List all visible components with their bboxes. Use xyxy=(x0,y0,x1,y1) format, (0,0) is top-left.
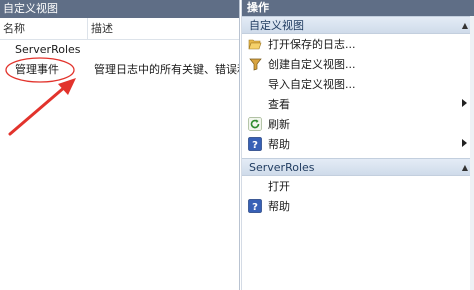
column-header-name[interactable]: 名称 xyxy=(0,18,88,39)
action-open[interactable]: 打开 xyxy=(242,176,474,196)
actions-pane: 操作 自定义视图 ▲ 打开保存的日志... 创建自定义视图... 导入自定义视图… xyxy=(241,0,474,290)
row-name: 管理事件 xyxy=(15,62,59,76)
svg-text:?: ? xyxy=(252,202,258,213)
action-help[interactable]: ? 帮助 xyxy=(242,134,474,154)
row-description: 管理日志中的所有关键、错误和警 xyxy=(94,62,239,76)
column-header-description[interactable]: 描述 xyxy=(88,18,239,39)
arrow-shaft xyxy=(8,84,68,136)
section-header-label: ServerRoles xyxy=(249,161,315,174)
action-label: 创建自定义视图... xyxy=(268,58,356,71)
refresh-icon xyxy=(247,116,263,132)
action-label: 刷新 xyxy=(268,118,290,131)
group-label: ServerRoles xyxy=(15,43,81,56)
action-help-serverroles[interactable]: ? 帮助 xyxy=(242,196,474,216)
table-row[interactable]: 管理事件 管理日志中的所有关键、错误和警 xyxy=(0,59,239,78)
action-label: 打开保存的日志... xyxy=(268,38,356,51)
submenu-arrow-icon xyxy=(462,139,467,147)
action-label: 打开 xyxy=(268,180,290,193)
action-import-custom-view[interactable]: 导入自定义视图... xyxy=(242,74,474,94)
submenu-arrow-icon xyxy=(462,99,467,107)
action-label: 查看 xyxy=(268,98,290,111)
svg-text:?: ? xyxy=(252,140,258,151)
filter-icon xyxy=(247,56,263,72)
action-label: 帮助 xyxy=(268,200,290,213)
help-icon: ? xyxy=(247,136,263,152)
folder-open-icon xyxy=(247,36,263,52)
collapse-icon[interactable]: ▲ xyxy=(462,159,468,177)
action-label: 帮助 xyxy=(268,138,290,151)
section-header-custom-views[interactable]: 自定义视图 ▲ xyxy=(242,16,474,34)
custom-views-pane: 自定义视图 名称 描述 ServerRoles 管理事件 管理日志中的所有关键、… xyxy=(0,0,240,290)
action-open-saved-log[interactable]: 打开保存的日志... xyxy=(242,34,474,54)
vertical-scrollbar[interactable] xyxy=(470,16,474,290)
column-header-row: 名称 描述 xyxy=(0,18,239,40)
pane-title: 自定义视图 xyxy=(0,0,239,18)
tree-group-serverroles[interactable]: ServerRoles xyxy=(0,40,239,59)
section-header-serverroles[interactable]: ServerRoles ▲ xyxy=(242,158,474,176)
action-view-menu[interactable]: 查看 xyxy=(242,94,474,114)
action-refresh[interactable]: 刷新 xyxy=(242,114,474,134)
actions-title: 操作 xyxy=(242,0,474,16)
blank-icon xyxy=(247,178,263,194)
section-header-label: 自定义视图 xyxy=(249,19,304,32)
action-label: 导入自定义视图... xyxy=(268,78,356,91)
blank-icon xyxy=(247,76,263,92)
action-create-custom-view[interactable]: 创建自定义视图... xyxy=(242,54,474,74)
collapse-icon[interactable]: ▲ xyxy=(462,17,468,35)
blank-icon xyxy=(247,96,263,112)
arrow-head xyxy=(58,78,76,95)
help-icon: ? xyxy=(247,198,263,214)
